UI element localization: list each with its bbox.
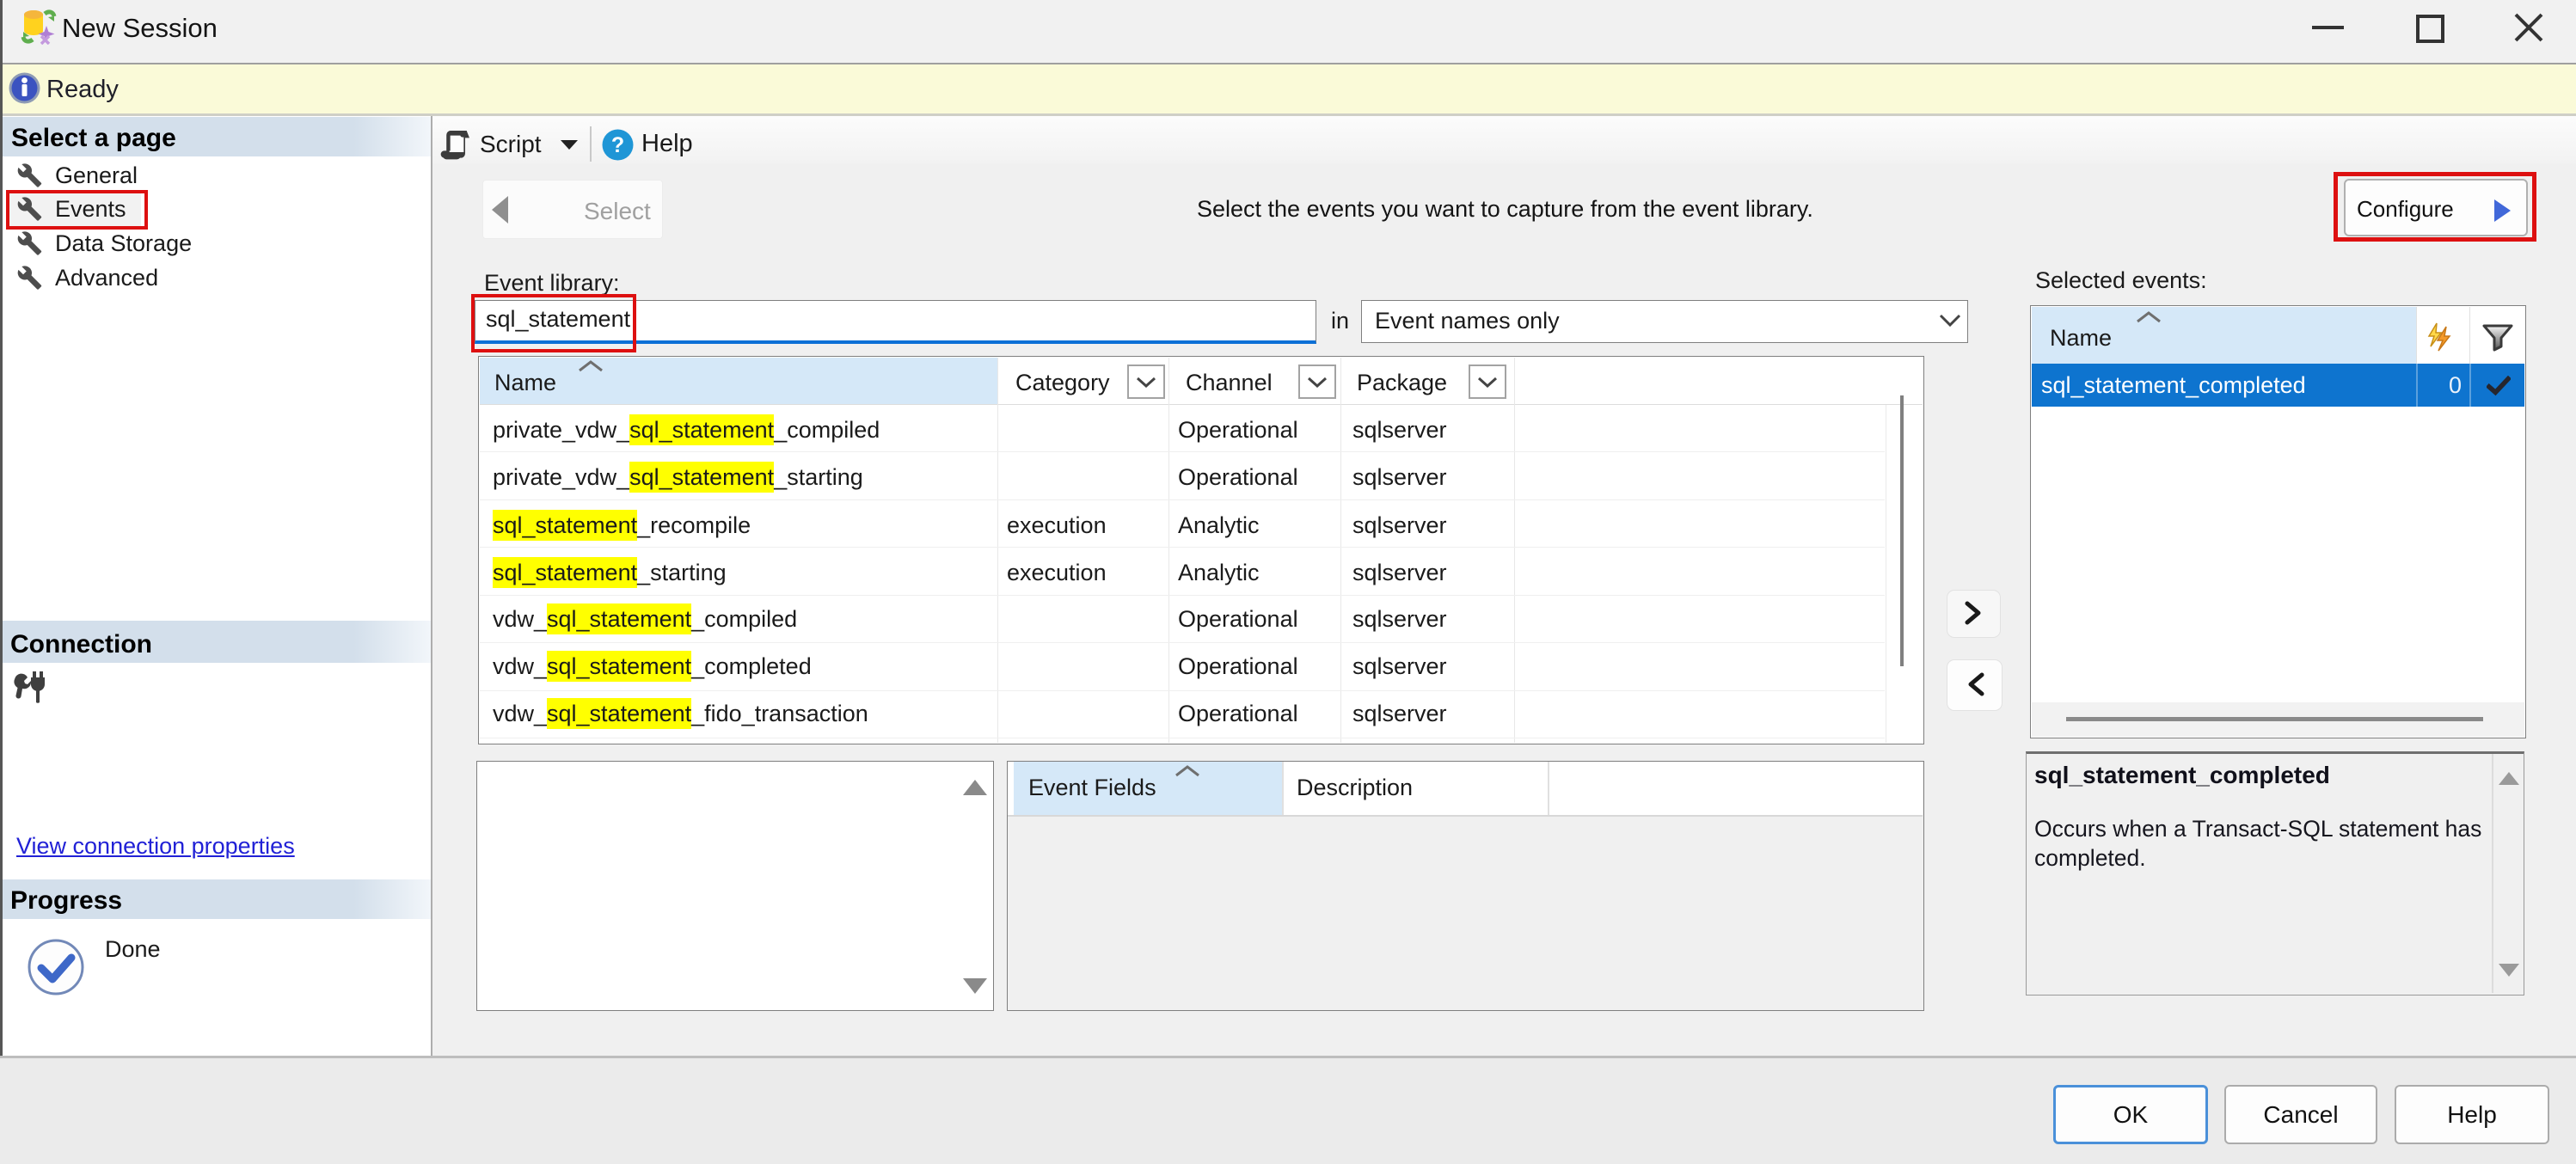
svg-text:?: ?: [611, 133, 624, 157]
